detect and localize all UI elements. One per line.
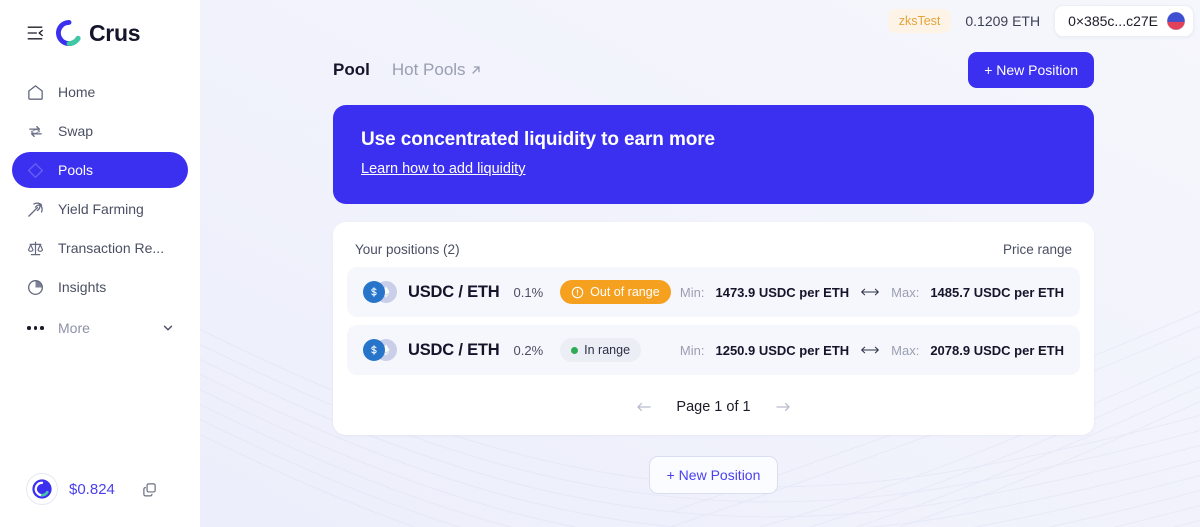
- sidebar: Crus Home Swap Pools Yield Farming Trans…: [0, 0, 200, 527]
- left-right-arrow-icon: [861, 346, 879, 354]
- page-content: Pool Hot Pools + New Position Use concen…: [200, 38, 1200, 494]
- price-range-header: Price range: [1002, 242, 1072, 257]
- sidebar-nav: Home Swap Pools Yield Farming Transactio…: [0, 74, 200, 346]
- table-row[interactable]: USDC / ETH 0.1% Out of range Min: 1473.9…: [347, 267, 1080, 317]
- sidebar-item-label: Swap: [58, 123, 94, 139]
- min-value: 1250.9 USDC per ETH: [715, 342, 850, 358]
- tab-hot-pools[interactable]: Hot Pools: [392, 60, 482, 80]
- banner-learn-link[interactable]: Learn how to add liquidity: [361, 161, 525, 177]
- your-positions-heading: Your positions (2): [355, 242, 460, 257]
- left-right-arrow-icon: [861, 288, 879, 296]
- sidebar-item-insights[interactable]: Insights: [12, 269, 188, 305]
- tabs-row: Pool Hot Pools + New Position: [333, 48, 1094, 92]
- page-indicator: Page 1 of 1: [676, 399, 751, 415]
- token-pair-icon: [363, 281, 397, 303]
- crus-price: $0.824: [69, 480, 115, 498]
- max-label: Max:: [891, 342, 920, 358]
- status-badge: Out of range: [560, 280, 671, 304]
- position-summary: USDC / ETH 0.2% In range: [363, 338, 642, 362]
- pair-name: USDC / ETH: [408, 340, 500, 359]
- arrow-right-icon[interactable]: [775, 401, 791, 413]
- pagination: Page 1 of 1: [347, 383, 1080, 435]
- top-bar: zksTest 0.1209 ETH 0×385c...c27E: [200, 0, 1200, 38]
- sidebar-item-home[interactable]: Home: [12, 74, 188, 110]
- chevron-down-icon: [163, 325, 173, 331]
- positions-card-header: Your positions (2) Price range: [347, 236, 1080, 267]
- pair-name: USDC / ETH: [408, 282, 500, 301]
- eth-balance: 0.1209 ETH: [965, 13, 1041, 29]
- token-pair-icon: [363, 339, 397, 361]
- usdc-icon: [363, 339, 385, 361]
- sidebar-footer: $0.824: [0, 473, 200, 527]
- crus-token-icon: [26, 473, 58, 505]
- external-link-icon: [471, 66, 480, 74]
- ellipsis-icon: [26, 319, 45, 338]
- sidebar-item-label: More: [58, 320, 90, 336]
- min-label: Min:: [679, 284, 705, 300]
- sidebar-item-more[interactable]: More: [12, 310, 188, 346]
- wallet-address-pill[interactable]: 0×385c...c27E: [1054, 5, 1194, 37]
- scales-icon: [26, 239, 45, 258]
- tab-hot-pools-label: Hot Pools: [391, 60, 466, 79]
- banner-title: Use concentrated liquidity to earn more: [361, 129, 716, 150]
- sidebar-item-label: Yield Farming: [58, 201, 144, 217]
- wallet-avatar-icon: [1167, 12, 1185, 30]
- wallet-address-text: 0×385c...c27E: [1068, 13, 1158, 29]
- liquidity-banner: Use concentrated liquidity to earn more …: [333, 105, 1094, 204]
- max-value: 2078.9 USDC per ETH: [930, 342, 1064, 358]
- sidebar-item-yield-farming[interactable]: Yield Farming: [12, 191, 188, 227]
- brand-name: Crus: [89, 19, 141, 46]
- sidebar-item-swap[interactable]: Swap: [12, 113, 188, 149]
- status-badge-label: Out of range: [590, 285, 660, 299]
- alert-circle-icon: [571, 286, 584, 298]
- new-position-button-top[interactable]: + New Position: [968, 52, 1094, 88]
- tabs: Pool Hot Pools: [333, 60, 482, 80]
- status-badge: In range: [560, 338, 642, 362]
- pickaxe-icon: [26, 200, 45, 219]
- fee-tier: 0.1%: [513, 284, 544, 300]
- position-summary: USDC / ETH 0.1% Out of range: [363, 280, 671, 304]
- tab-pool[interactable]: Pool: [333, 60, 370, 80]
- fee-tier: 0.2%: [513, 342, 544, 358]
- copy-icon[interactable]: [142, 482, 157, 497]
- sidebar-item-label: Home: [58, 84, 96, 100]
- sidebar-item-label: Pools: [58, 162, 94, 178]
- sidebar-item-label: Insights: [58, 279, 107, 295]
- collapse-sidebar-icon[interactable]: [26, 24, 44, 42]
- pie-chart-icon: [26, 278, 45, 297]
- price-range-cell: Min: 1250.9 USDC per ETH Max: 2078.9 USD…: [680, 343, 1064, 358]
- status-badge-label: In range: [584, 343, 631, 357]
- swap-icon: [26, 122, 45, 141]
- table-row[interactable]: USDC / ETH 0.2% In range Min: 1250.9 USD…: [347, 325, 1080, 375]
- brand-row: Crus: [0, 0, 200, 52]
- sidebar-item-label: Transaction Re...: [58, 240, 165, 256]
- main-content: zksTest 0.1209 ETH 0×385c...c27E Pool Ho…: [200, 0, 1200, 527]
- new-position-button-bottom[interactable]: + New Position: [648, 456, 779, 494]
- price-range-cell: Min: 1473.9 USDC per ETH Max: 1485.7 USD…: [680, 285, 1064, 300]
- brand-logo[interactable]: Crus: [56, 19, 141, 47]
- arrow-left-icon[interactable]: [636, 401, 652, 413]
- positions-card: Your positions (2) Price range USDC / ET…: [333, 222, 1094, 435]
- crus-logo-icon: [56, 20, 81, 46]
- max-label: Max:: [891, 284, 920, 300]
- pools-icon: [26, 161, 45, 180]
- app-root: Crus Home Swap Pools Yield Farming Trans…: [0, 0, 1200, 527]
- max-value: 1485.7 USDC per ETH: [930, 284, 1064, 300]
- home-icon: [26, 83, 45, 102]
- sidebar-item-pools[interactable]: Pools: [12, 152, 188, 188]
- min-label: Min:: [679, 342, 705, 358]
- green-dot-icon: [571, 346, 579, 354]
- usdc-icon: [363, 281, 385, 303]
- min-value: 1473.9 USDC per ETH: [715, 284, 850, 300]
- sidebar-item-transaction-records[interactable]: Transaction Re...: [12, 230, 188, 266]
- network-badge[interactable]: zksTest: [887, 9, 952, 33]
